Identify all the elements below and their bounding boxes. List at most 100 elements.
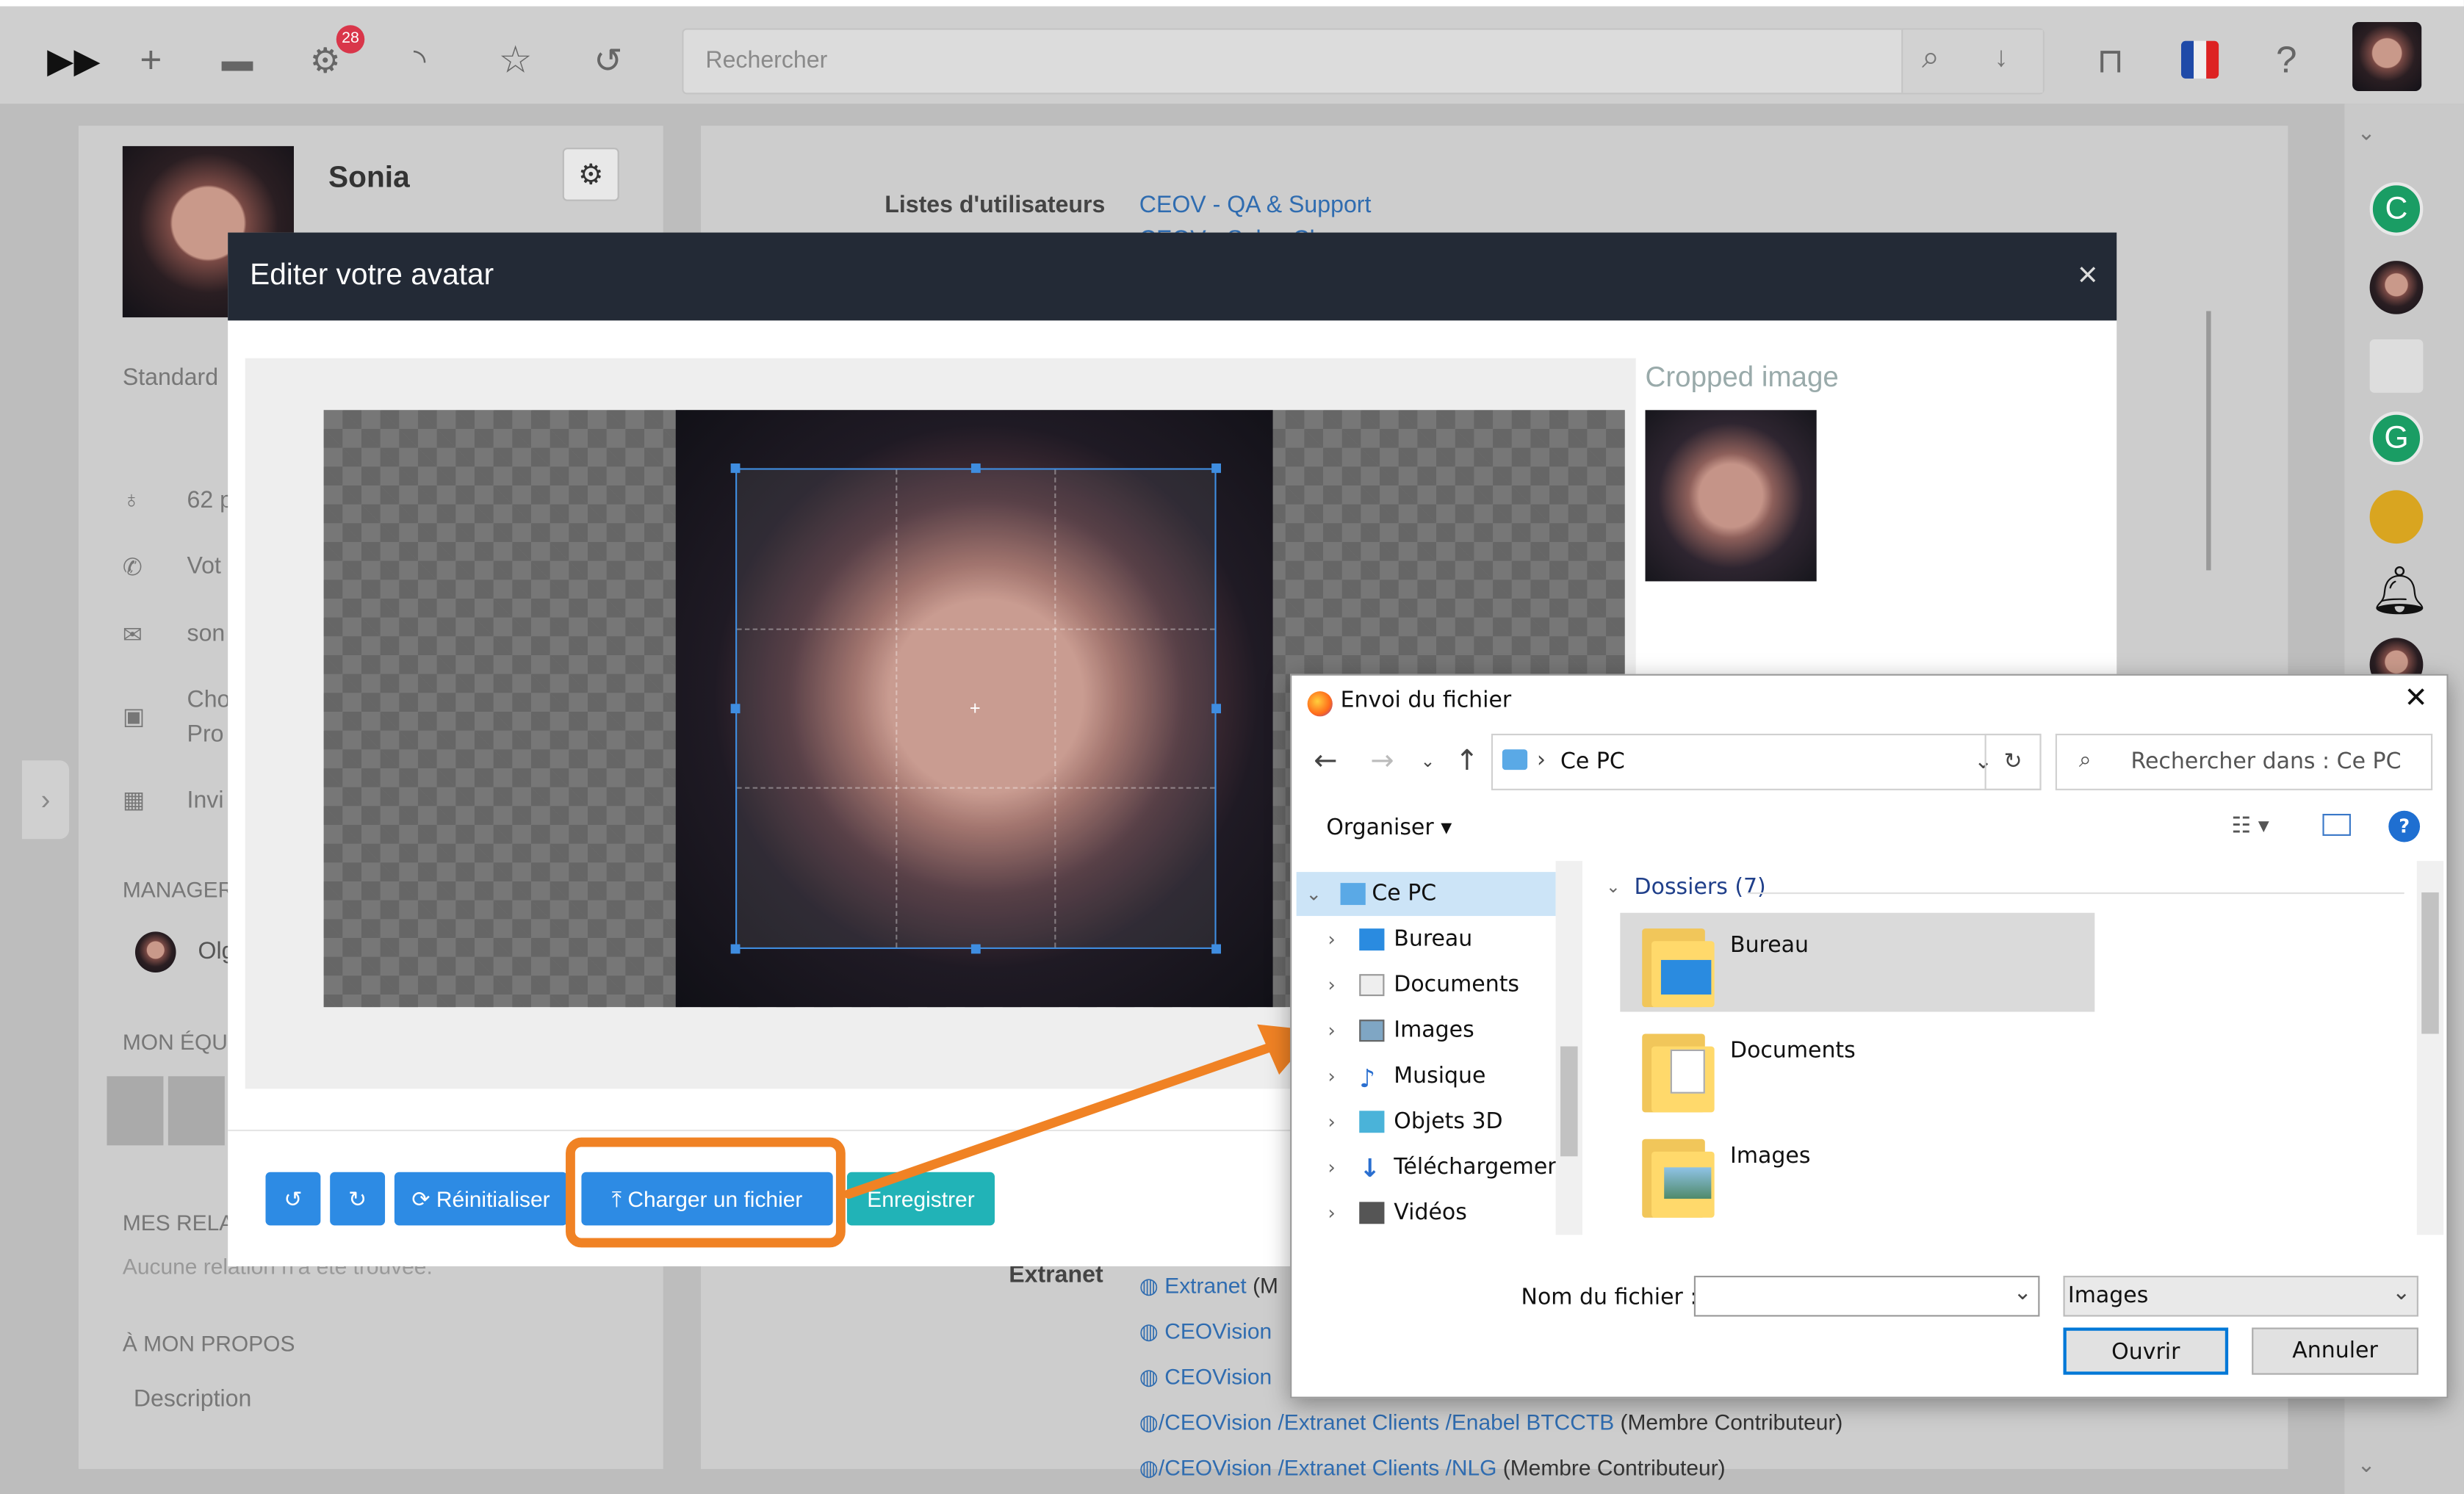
chevron-right-icon[interactable]: › (1328, 1100, 1335, 1144)
crop-handle[interactable] (970, 463, 981, 473)
user-list-link[interactable]: CEOV - QA & Support (1139, 192, 1372, 218)
group-chevron-icon[interactable]: ⌄ (1606, 877, 1621, 898)
filename-input[interactable]: ⌄ (1693, 1275, 2040, 1317)
app-g-avatar[interactable]: G (2369, 411, 2424, 466)
basket-icon[interactable]: ⊓ (2087, 37, 2134, 84)
chevron-right-icon[interactable]: › (1328, 1008, 1335, 1053)
settings-gear-button[interactable]: ⚙ (562, 148, 619, 201)
scrollbar[interactable] (2206, 311, 2211, 571)
chevron-right-icon[interactable]: › (1328, 1054, 1335, 1098)
crop-selection-box[interactable]: + (730, 463, 1222, 954)
add-icon[interactable]: + (127, 37, 174, 84)
crop-handle[interactable] (730, 944, 741, 954)
folder-label: Documents (1730, 1038, 1856, 1064)
search-input[interactable]: Rechercher dans : Ce PC (2130, 749, 2401, 774)
crop-handle[interactable] (730, 463, 741, 473)
file-type-select[interactable]: Images ⌄ (2063, 1275, 2418, 1317)
folder-item-documents[interactable]: Documents (1620, 1018, 2094, 1117)
preview-pane-icon[interactable] (2322, 814, 2351, 836)
flag-fr-icon[interactable] (2180, 40, 2219, 79)
chevron-right-icon[interactable]: › (1328, 1191, 1335, 1235)
tree-item-this-pc[interactable]: ⌄ Ce PC (1296, 872, 1556, 917)
extranet-link[interactable]: Extranet Clients (1284, 1410, 1439, 1435)
search-bar[interactable]: Rechercher ⌕ ↓ (682, 28, 2045, 95)
team-member-avatar[interactable] (167, 1076, 225, 1146)
app-c-avatar[interactable]: C (2369, 182, 2424, 236)
search-box[interactable]: ⌕ Rechercher dans : Ce PC (2055, 733, 2433, 790)
chevron-down-icon[interactable]: ⌄ (1306, 872, 1322, 916)
scrollbar-thumb[interactable] (2421, 892, 2439, 1034)
history-icon[interactable]: ↺ (585, 37, 632, 84)
crop-handle[interactable] (730, 704, 741, 714)
back-arrow-icon[interactable]: ← (1314, 745, 1337, 778)
tree-item-3d-objects[interactable]: › Objets 3D (1297, 1100, 1564, 1144)
chevron-right-icon[interactable]: › (1328, 963, 1335, 1007)
extranet-link[interactable]: Enabel BTCCTB (1452, 1410, 1614, 1435)
star-icon[interactable]: ☆ (492, 37, 539, 84)
arrow-down-icon[interactable]: ↓ (1994, 41, 2008, 74)
tree-item-videos[interactable]: › Vidéos (1297, 1191, 1564, 1235)
dropdown-chevron-icon[interactable]: ⌄ (2014, 1280, 2032, 1305)
app-tile-icon[interactable] (2369, 339, 2424, 393)
refresh-button[interactable]: ↻ (1984, 733, 2042, 790)
rss-icon[interactable]: ◝ (396, 37, 443, 84)
extranet-link[interactable]: CEOVision (1164, 1455, 1272, 1480)
tree-item-images[interactable]: › Images (1297, 1008, 1564, 1053)
bell-icon[interactable]: 🔔︎ (2370, 566, 2429, 619)
user-avatar[interactable] (2352, 21, 2422, 92)
extranet-link[interactable]: Extranet (1164, 1273, 1247, 1298)
folder-item-images[interactable]: Images (1620, 1123, 2094, 1222)
dropdown-chevron-icon[interactable]: ⌄ (2392, 1280, 2410, 1305)
extranet-link[interactable]: CEOVision (1164, 1364, 1272, 1389)
rotate-left-button[interactable]: ↺ (265, 1172, 321, 1226)
folder-icon[interactable]: ▬ (214, 37, 261, 84)
briefcase-icon: ▣ (122, 704, 145, 731)
forward-arrow-icon[interactable]: → (1370, 745, 1394, 778)
chevron-down-icon[interactable]: ⌄ (2357, 1451, 2376, 1478)
close-icon[interactable]: ✕ (2404, 682, 2427, 715)
crop-handle[interactable] (1211, 704, 1222, 714)
extranet-link[interactable]: NLG (1452, 1455, 1497, 1480)
reset-button[interactable]: ⟳ Réinitialiser (394, 1172, 568, 1226)
sidebar-expand-chevron-icon[interactable]: › (21, 760, 70, 840)
help-icon[interactable]: ? (2263, 37, 2310, 84)
extranet-link[interactable]: Extranet Clients (1284, 1455, 1439, 1480)
extranet-link[interactable]: CEOVision (1164, 1410, 1272, 1435)
address-bar[interactable]: › Ce PC ⌄ (1491, 733, 2042, 790)
crop-handle[interactable] (970, 944, 981, 954)
team-member-avatar[interactable] (107, 1076, 164, 1146)
chevron-right-icon[interactable]: › (1328, 1145, 1335, 1189)
help-icon[interactable]: ? (2388, 810, 2421, 842)
manager-avatar[interactable] (134, 931, 176, 973)
tree-item-music[interactable]: › ♪ Musique (1297, 1054, 1564, 1098)
calendar-icon: ▦ (122, 787, 145, 815)
search-icon[interactable]: ⌕ (1922, 41, 1939, 77)
chevron-right-icon[interactable]: › (1328, 917, 1335, 961)
tree-item-desktop[interactable]: › Bureau (1297, 917, 1564, 961)
folder-item-desktop[interactable]: Bureau (1620, 912, 2095, 1012)
recent-chevron-icon[interactable]: ⌄ (1421, 751, 1435, 771)
scrollbar-thumb[interactable] (1560, 1046, 1578, 1157)
view-options-icon[interactable]: ☷ ▾ (2231, 814, 2269, 839)
tree-scrollbar[interactable] (1555, 861, 1582, 1235)
extranet-link[interactable]: CEOVision (1164, 1318, 1272, 1343)
annotation-highlight (566, 1137, 846, 1248)
tree-item-documents[interactable]: › Documents (1297, 963, 1564, 1007)
content-scrollbar[interactable] (2416, 861, 2444, 1235)
rotate-right-icon: ↻ (348, 1186, 367, 1212)
contact-avatar[interactable] (2369, 261, 2424, 314)
cancel-button[interactable]: Annuler (2252, 1327, 2418, 1375)
crop-handle[interactable] (1211, 463, 1222, 473)
rotate-right-button[interactable]: ↻ (330, 1172, 386, 1226)
crop-handle[interactable] (1211, 944, 1222, 954)
open-button[interactable]: Ouvrir (2063, 1327, 2229, 1375)
up-arrow-icon[interactable]: ↑ (1455, 745, 1479, 778)
tree-item-downloads[interactable]: › ↓ Téléchargements (1297, 1145, 1581, 1189)
organize-menu[interactable]: Organiser ▾ (1326, 815, 1452, 840)
fast-forward-logo-icon[interactable]: ▶▶ (47, 37, 100, 84)
search-input[interactable]: Rechercher (705, 47, 827, 73)
close-icon[interactable]: × (2078, 255, 2098, 296)
info-phone: Vot (187, 552, 221, 580)
chevron-down-icon[interactable]: ⌄ (2357, 120, 2376, 146)
beer-icon[interactable] (2369, 490, 2424, 544)
